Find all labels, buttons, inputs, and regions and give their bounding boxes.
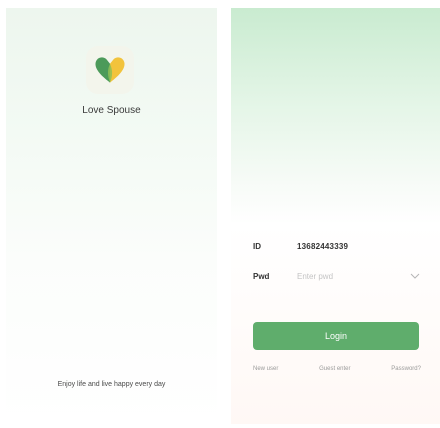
password-input[interactable] xyxy=(297,271,408,281)
id-label: ID xyxy=(253,241,261,251)
splash-screen: Love Spouse Enjoy life and live happy ev… xyxy=(6,8,217,424)
screenshot-page: Love Spouse Enjoy life and live happy ev… xyxy=(0,0,440,428)
id-row: ID 13682443339 xyxy=(253,236,422,256)
id-field[interactable]: 13682443339 xyxy=(297,242,422,251)
login-button[interactable]: Login xyxy=(253,322,419,350)
auth-links: New user Guest enter Password? xyxy=(253,366,421,372)
new-user-link[interactable]: New user xyxy=(253,366,278,372)
password-label: Pwd xyxy=(253,271,270,281)
app-logo xyxy=(86,46,134,94)
app-name: Love Spouse xyxy=(82,105,141,116)
password-row: Pwd xyxy=(253,266,422,286)
login-screen: ID 13682443339 Pwd Login New user Guest … xyxy=(231,8,440,424)
guest-enter-link[interactable]: Guest enter xyxy=(319,366,350,372)
heart-logo-icon xyxy=(95,57,125,83)
forgot-password-link[interactable]: Password? xyxy=(391,366,421,372)
slogan-text: Enjoy life and live happy every day xyxy=(57,381,166,388)
eye-toggle-icon[interactable] xyxy=(408,269,422,283)
